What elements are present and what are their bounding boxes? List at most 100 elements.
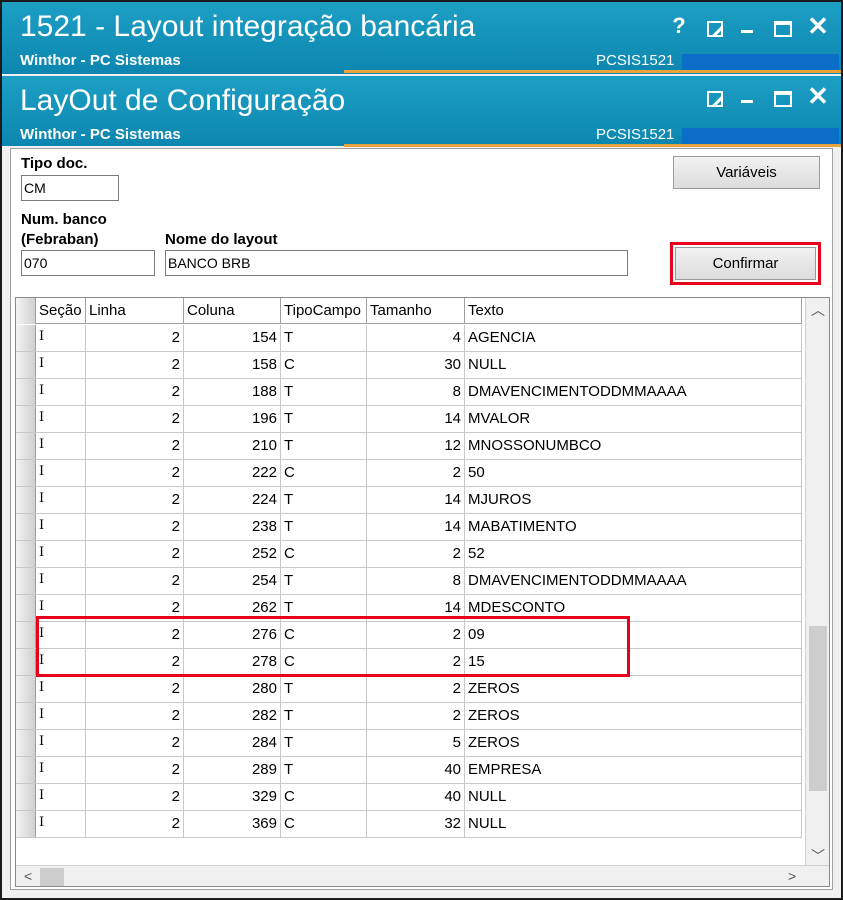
cell-secao[interactable]: I [36, 703, 86, 729]
num-banco-input[interactable]: 070 [21, 250, 155, 276]
main-window-titlebar[interactable]: 1521 - Layout integração bancária Wintho… [2, 2, 841, 74]
table-row[interactable]: I 2 289 T 40 EMPRESA [16, 757, 802, 784]
row-indicator[interactable] [16, 676, 36, 702]
cell-coluna[interactable]: 284 [184, 730, 281, 756]
cell-linha[interactable]: 2 [86, 514, 184, 540]
cell-linha[interactable]: 2 [86, 568, 184, 594]
cell-secao[interactable]: I [36, 433, 86, 459]
row-indicator[interactable] [16, 379, 36, 405]
table-row[interactable]: I 2 369 C 32 NULL [16, 811, 802, 838]
table-row[interactable]: I 2 224 T 14 MJUROS [16, 487, 802, 514]
layout-grid[interactable]: Seção Linha Coluna TipoCampo Tamanho Tex… [15, 297, 830, 887]
vertical-scroll-thumb[interactable] [809, 626, 827, 791]
cell-secao[interactable]: I [36, 514, 86, 540]
config-window-titlebar[interactable]: LayOut de Configuração Winthor - PC Sist… [2, 76, 841, 147]
main-close-icon[interactable]: ✕ [805, 13, 831, 39]
cell-linha[interactable]: 2 [86, 325, 184, 351]
main-minimize-icon[interactable] [734, 14, 760, 38]
row-indicator[interactable] [16, 811, 36, 837]
cell-tamanho[interactable]: 2 [367, 541, 465, 567]
row-indicator[interactable] [16, 460, 36, 486]
main-restore-icon[interactable] [702, 18, 728, 42]
scroll-up-icon[interactable]: ︿ [811, 300, 825, 320]
cell-tipocampo[interactable]: T [281, 433, 367, 459]
cell-linha[interactable]: 2 [86, 352, 184, 378]
row-indicator[interactable] [16, 514, 36, 540]
cell-tamanho[interactable]: 12 [367, 433, 465, 459]
cell-linha[interactable]: 2 [86, 379, 184, 405]
cell-coluna[interactable]: 158 [184, 352, 281, 378]
row-indicator[interactable] [16, 757, 36, 783]
cell-secao[interactable]: I [36, 541, 86, 567]
row-indicator[interactable] [16, 352, 36, 378]
row-indicator[interactable] [16, 487, 36, 513]
cell-linha[interactable]: 2 [86, 541, 184, 567]
cell-texto[interactable]: ZEROS [465, 730, 802, 756]
main-maximize-icon[interactable] [770, 18, 796, 42]
row-indicator[interactable] [16, 595, 36, 621]
table-row[interactable]: I 2 254 T 8 DMAVENCIMENTODDMMAAAA [16, 568, 802, 595]
cell-tipocampo[interactable]: T [281, 676, 367, 702]
cell-tipocampo[interactable]: T [281, 568, 367, 594]
cell-texto[interactable]: NULL [465, 352, 802, 378]
cell-tipocampo[interactable]: T [281, 406, 367, 432]
cell-coluna[interactable]: 252 [184, 541, 281, 567]
table-row[interactable]: I 2 284 T 5 ZEROS [16, 730, 802, 757]
table-row[interactable]: I 2 154 T 4 AGENCIA [16, 325, 802, 352]
column-header-texto[interactable]: Texto [465, 298, 802, 324]
cell-tipocampo[interactable]: T [281, 379, 367, 405]
column-header-linha[interactable]: Linha [86, 298, 184, 324]
cell-coluna[interactable]: 280 [184, 676, 281, 702]
cell-tamanho[interactable]: 14 [367, 406, 465, 432]
cell-linha[interactable]: 2 [86, 757, 184, 783]
cell-tipocampo[interactable]: C [281, 541, 367, 567]
cell-tamanho[interactable]: 2 [367, 676, 465, 702]
help-icon[interactable]: ? [666, 14, 692, 38]
cell-secao[interactable]: I [36, 676, 86, 702]
cell-linha[interactable]: 2 [86, 811, 184, 837]
cell-secao[interactable]: I [36, 730, 86, 756]
horizontal-scrollbar[interactable]: < > [16, 865, 829, 886]
cell-tamanho[interactable]: 2 [367, 703, 465, 729]
cell-texto[interactable]: AGENCIA [465, 325, 802, 351]
cell-tamanho[interactable]: 14 [367, 487, 465, 513]
cell-tamanho[interactable]: 8 [367, 379, 465, 405]
cell-tamanho[interactable]: 32 [367, 811, 465, 837]
cell-texto[interactable]: EMPRESA [465, 757, 802, 783]
cell-tamanho[interactable]: 30 [367, 352, 465, 378]
cell-linha[interactable]: 2 [86, 676, 184, 702]
cell-tipocampo[interactable]: C [281, 352, 367, 378]
cell-texto[interactable]: DMAVENCIMENTODDMMAAAA [465, 379, 802, 405]
cell-tamanho[interactable]: 14 [367, 514, 465, 540]
cell-coluna[interactable]: 196 [184, 406, 281, 432]
cell-coluna[interactable]: 210 [184, 433, 281, 459]
cell-texto[interactable]: DMAVENCIMENTODDMMAAAA [465, 568, 802, 594]
cell-secao[interactable]: I [36, 379, 86, 405]
cell-tipocampo[interactable]: C [281, 784, 367, 810]
cell-coluna[interactable]: 222 [184, 460, 281, 486]
cell-coluna[interactable]: 282 [184, 703, 281, 729]
table-row[interactable]: I 2 282 T 2 ZEROS [16, 703, 802, 730]
config-restore-icon[interactable] [702, 88, 728, 112]
cell-coluna[interactable]: 154 [184, 325, 281, 351]
scroll-right-icon[interactable]: > [788, 868, 796, 884]
cell-tamanho[interactable]: 5 [367, 730, 465, 756]
cell-linha[interactable]: 2 [86, 433, 184, 459]
column-header-tamanho[interactable]: Tamanho [367, 298, 465, 324]
cell-linha[interactable]: 2 [86, 406, 184, 432]
cell-secao[interactable]: I [36, 325, 86, 351]
cell-coluna[interactable]: 238 [184, 514, 281, 540]
cell-tipocampo[interactable]: C [281, 460, 367, 486]
cell-secao[interactable]: I [36, 352, 86, 378]
row-indicator[interactable] [16, 568, 36, 594]
config-close-icon[interactable]: ✕ [805, 83, 831, 109]
config-maximize-icon[interactable] [770, 88, 796, 112]
cell-tipocampo[interactable]: T [281, 703, 367, 729]
column-header-secao[interactable]: Seção [36, 298, 86, 324]
cell-coluna[interactable]: 329 [184, 784, 281, 810]
cell-texto[interactable]: 50 [465, 460, 802, 486]
table-row[interactable]: I 2 329 C 40 NULL [16, 784, 802, 811]
cell-linha[interactable]: 2 [86, 487, 184, 513]
row-indicator[interactable] [16, 406, 36, 432]
cell-tamanho[interactable]: 2 [367, 460, 465, 486]
